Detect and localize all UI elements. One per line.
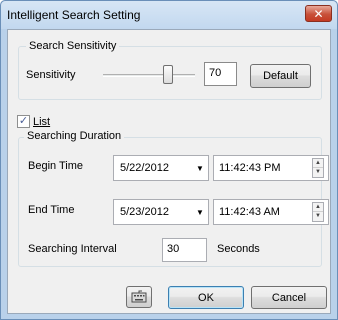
sensitivity-value-field[interactable]: 70 — [204, 62, 237, 86]
end-date-value: 5/23/2012 — [120, 206, 169, 218]
keyboard-icon — [131, 290, 147, 303]
end-time-spinner[interactable]: ▲ ▼ — [312, 202, 324, 222]
seconds-label: Seconds — [217, 243, 260, 255]
begin-time-label: Begin Time — [28, 160, 84, 172]
search-sensitivity-legend: Search Sensitivity — [26, 40, 120, 52]
chevron-down-icon[interactable]: ▼ — [196, 164, 204, 173]
title-bar[interactable]: Intelligent Search Setting ✕ — [1, 1, 337, 29]
searching-duration-legend: Searching Duration — [24, 130, 125, 142]
end-time-value: 11:42:43 AM — [219, 206, 280, 218]
spin-down-icon[interactable]: ▼ — [313, 168, 323, 177]
spin-up-icon[interactable]: ▲ — [313, 203, 323, 212]
begin-time-spinner[interactable]: ▲ ▼ — [312, 158, 324, 178]
end-time-label: End Time — [28, 204, 75, 216]
chevron-down-icon[interactable]: ▼ — [196, 208, 204, 217]
checkmark-icon: ✓ — [18, 115, 29, 127]
close-button[interactable]: ✕ — [305, 5, 332, 22]
keyboard-button[interactable] — [126, 286, 152, 308]
spin-up-icon[interactable]: ▲ — [313, 159, 323, 168]
begin-date-value: 5/22/2012 — [120, 162, 169, 174]
sensitivity-slider-thumb[interactable] — [163, 65, 173, 84]
begin-date-picker[interactable]: 5/22/2012 ▼ — [113, 155, 209, 181]
close-icon: ✕ — [313, 6, 324, 21]
list-checkbox[interactable]: ✓ — [17, 115, 30, 128]
sensitivity-slider[interactable] — [103, 74, 195, 77]
end-date-picker[interactable]: 5/23/2012 ▼ — [113, 199, 209, 225]
begin-time-value: 11:42:43 PM — [219, 162, 281, 174]
dialog-window: Intelligent Search Setting ✕ Search Sens… — [0, 0, 338, 320]
searching-interval-label: Searching Interval — [28, 243, 117, 255]
sensitivity-label: Sensitivity — [26, 69, 76, 81]
list-label[interactable]: List — [33, 116, 50, 128]
dialog-body: Search Sensitivity Sensitivity 70 Defaul… — [7, 29, 331, 314]
searching-interval-field[interactable]: 30 — [162, 238, 207, 262]
ok-button[interactable]: OK — [168, 286, 244, 309]
cancel-button[interactable]: Cancel — [251, 286, 327, 309]
default-button[interactable]: Default — [250, 64, 311, 88]
spin-down-icon[interactable]: ▼ — [313, 212, 323, 221]
window-title: Intelligent Search Setting — [7, 8, 141, 22]
